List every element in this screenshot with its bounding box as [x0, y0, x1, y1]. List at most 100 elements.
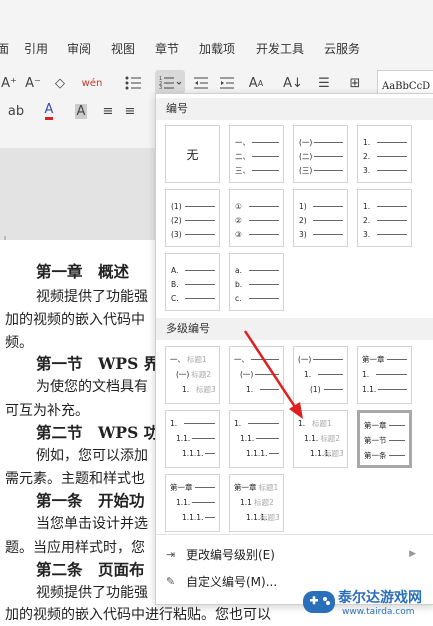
numbering-level-preview: A. [171, 266, 215, 275]
doc-paragraph: 频。 [5, 335, 33, 351]
tab-references[interactable]: 引用 [24, 40, 48, 57]
numbering-button[interactable]: 123 [155, 70, 185, 94]
multilevel-option[interactable]: 1. 1.1. 1.1.1. [229, 410, 284, 468]
multilevel-level-preview: 1.1. [176, 498, 215, 507]
doc-paragraph: 例如，您可以添加 [36, 448, 148, 464]
multilevel-level-preview: 1. [234, 419, 279, 428]
multilevel-option[interactable]: 一、 标题1 (一) 标题2 1. 标题3 [165, 346, 220, 404]
numbering-option[interactable]: 1. 2. 3. [357, 189, 412, 247]
sort-button[interactable]: A↓ [283, 72, 303, 94]
multilevel-option[interactable]: 第一章 标题1 1.1 标题2 1.1.1. 标题3 [229, 474, 284, 532]
doc-paragraph: 为使您的文档具有 [36, 379, 148, 395]
tab-chapter[interactable]: 章节 [155, 40, 179, 57]
tab-cloud[interactable]: 云服务 [324, 40, 360, 57]
multilevel-level-preview: 1.1.1. [246, 449, 279, 458]
numbered-list-icon: 123 [159, 76, 181, 89]
increase-indent-button[interactable] [218, 72, 236, 94]
numbering-option[interactable]: a. b. c. [229, 253, 284, 311]
tab-view[interactable]: 视图 [111, 40, 135, 57]
doc-paragraph: 视频提供了功能强 [36, 585, 148, 601]
site-watermark: 泰尔达游戏网 www.tairda.com [300, 585, 433, 626]
numbering-level-preview: 3. [363, 166, 407, 175]
outdent-icon [194, 77, 208, 89]
doc-paragraph: 加的视频的嵌入代码中 [5, 312, 145, 328]
multilevel-level-preview: 1.1.1. [182, 449, 215, 458]
numbering-level-preview: ① [235, 202, 279, 211]
numbering-option[interactable]: 1) 2) 3) [293, 189, 348, 247]
table-border-button[interactable]: ⊞ [345, 72, 365, 94]
numbering-option[interactable]: (1) (2) (3) [165, 189, 220, 247]
indent-icon [220, 77, 234, 89]
multilevel-option[interactable]: 第一章 1.1. 1.1.1. [165, 474, 220, 532]
multilevel-level-preview: 1.1. [240, 434, 279, 443]
align-left-button[interactable]: ≡ [100, 100, 116, 122]
numbering-option[interactable]: A. B. C. [165, 253, 220, 311]
numbering-level-preview: 二、 [235, 152, 279, 161]
align-center-button[interactable]: ≡ [122, 100, 138, 122]
highlight-button[interactable]: ab [4, 100, 28, 122]
tab-review[interactable]: 审阅 [67, 40, 91, 57]
doc-paragraph: 当您单击设计并选 [36, 516, 148, 532]
ribbon-tabbar: 面 引用 审阅 视图 章节 加载项 开发工具 云服务 [0, 0, 433, 63]
multilevel-level-preview: 第一条 [364, 451, 405, 460]
bullet-list-button[interactable] [122, 72, 144, 94]
shrink-font-button[interactable]: A⁻ [24, 72, 42, 94]
multilevel-level-preview: 1. [170, 419, 215, 428]
numbering-level-preview: 1) [299, 202, 343, 211]
tab-developer[interactable]: 开发工具 [256, 40, 304, 57]
doc-paragraph: 需元素。主题和样式也 [5, 471, 145, 487]
multilevel-level-preview: 第一章 [364, 421, 405, 430]
multilevel-level-preview: 1. 标题1 [298, 419, 332, 428]
numbering-none-option[interactable]: 无 [165, 125, 220, 183]
multilevel-option[interactable]: (一) 1. (1) [293, 346, 348, 404]
tab-addins[interactable]: 加载项 [199, 40, 235, 57]
numbering-level-preview: (一) [299, 138, 343, 147]
numbering-level-preview: 2. [363, 152, 407, 161]
multilevel-option[interactable]: 1. 标题1 1.1. 标题2 1.1.1. 标题3 [293, 410, 348, 468]
numbering-option[interactable]: ① ② ③ [229, 189, 284, 247]
grow-font-button[interactable]: A⁺ [0, 72, 18, 94]
multilevel-level-preview: 1. [362, 370, 407, 379]
multilevel-level-preview: (一) [298, 355, 343, 364]
numbering-level-preview: (二) [299, 152, 343, 161]
numbering-level-preview: 一、 [235, 138, 279, 147]
sort-icon: A↓ [283, 75, 303, 91]
phonetic-guide-button[interactable]: wén [78, 72, 106, 94]
multilevel-level-preview: 1.1.1. 标题3 [246, 513, 280, 522]
watermark-url: www.tairda.com [342, 607, 415, 617]
numbering-level-preview: 2) [299, 216, 343, 225]
doc-paragraph: 可互为补充。 [5, 403, 89, 419]
multilevel-level-preview: 1. [304, 370, 343, 379]
highlighter-icon: ab [7, 103, 25, 119]
multilevel-section-title: 多级编号 [156, 318, 433, 340]
clear-format-button[interactable]: ◇ [50, 72, 70, 94]
list-level-icon: ⇥ [166, 547, 176, 561]
doc-heading: 第一节 WPS 界 [36, 354, 160, 373]
change-level-menu-item[interactable]: ⇥ 更改编号级别(E) ▶ [156, 541, 433, 567]
align-center-icon: ≡ [124, 103, 136, 119]
multilevel-level-preview: 1.1. [176, 434, 215, 443]
numbering-option[interactable]: 1. 2. 3. [357, 125, 412, 183]
numbering-level-preview: b. [235, 280, 279, 289]
change-case-button[interactable]: AA [244, 72, 268, 94]
multilevel-level-preview: 第一章 [362, 355, 407, 364]
multilevel-option[interactable]: 第一章 1. 1.1. [357, 346, 412, 404]
multilevel-option-selected[interactable]: 第一章 第一节 第一条 [357, 410, 412, 468]
gamepad-logo-icon [303, 591, 335, 613]
line-spacing-button[interactable]: ☰ [312, 72, 336, 94]
numbering-option[interactable]: (一) (二) (三) [293, 125, 348, 183]
tab-partial[interactable]: 面 [0, 40, 9, 57]
multilevel-level-preview: (一) 标题2 [176, 370, 212, 379]
doc-heading: 第二节 WPS 功 [36, 423, 160, 442]
decrease-indent-button[interactable] [192, 72, 210, 94]
numbering-level-preview: 3. [363, 230, 407, 239]
char-shading-button[interactable]: A [72, 100, 90, 122]
multilevel-option[interactable]: 一、 (一) 1. [229, 346, 284, 404]
bullet-list-icon [125, 76, 141, 90]
numbering-level-preview: C. [171, 294, 215, 303]
font-color-button[interactable]: A [38, 100, 60, 122]
multilevel-level-preview: 1.1.1. [182, 513, 215, 522]
numbering-option[interactable]: 一、 二、 三、 [229, 125, 284, 183]
doc-paragraph: 题。当应用样式时，您 [5, 540, 145, 556]
multilevel-option[interactable]: 1. 1.1. 1.1.1. [165, 410, 220, 468]
